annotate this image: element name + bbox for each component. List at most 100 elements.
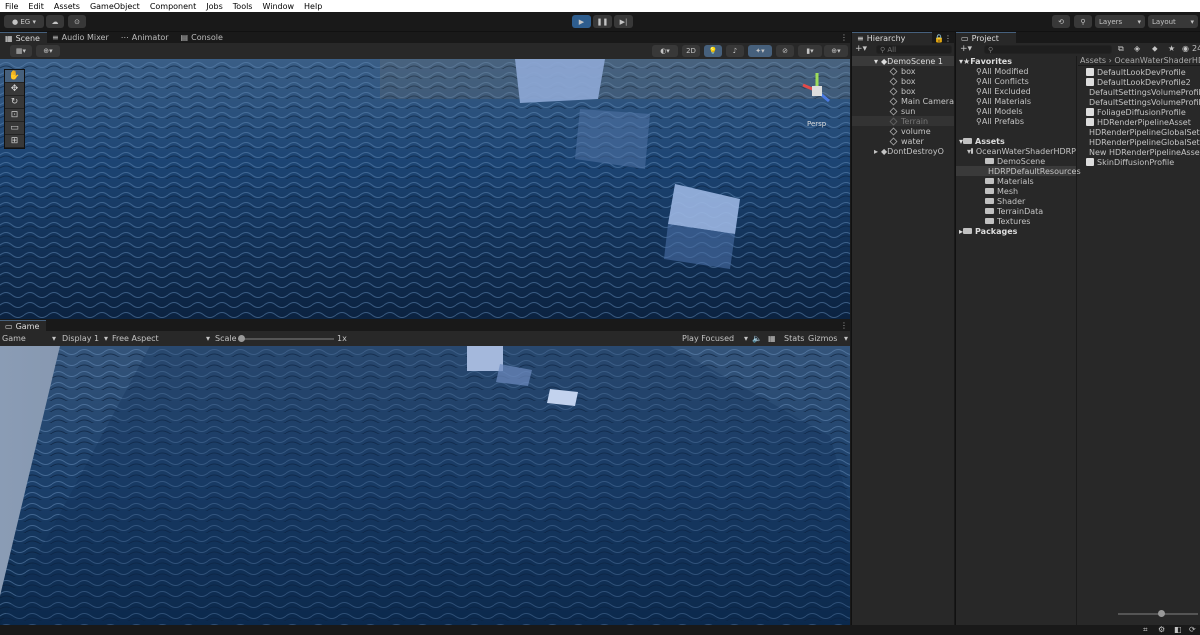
shading-icon[interactable]: ◐▾ [652,45,678,57]
tag-icon[interactable]: ⬥ [1152,44,1158,54]
create-asset-button[interactable]: +▾ [960,44,972,54]
menu-component[interactable]: Component [145,2,201,11]
orientation-gizmo[interactable] [797,69,837,109]
lock-icon[interactable]: 🔒 [934,34,944,43]
icon-size-slider-thumb[interactable] [1158,610,1165,617]
list-item[interactable]: Main Camera [852,96,954,106]
search-by-label-icon[interactable]: ◈ [1134,44,1140,53]
list-item[interactable]: volume [852,126,954,136]
breadcrumb-child[interactable]: OceanWaterShaderHDR [1114,56,1200,65]
cloud-icon[interactable]: ☁ [46,15,64,28]
hierarchy-more-icon[interactable]: ⋮ [944,34,952,43]
menu-window[interactable]: Window [257,2,299,11]
camera-icon[interactable]: ▮▾ [798,45,822,57]
list-item[interactable]: ⚲ All Excluded [956,86,1076,96]
menu-jobs[interactable]: Jobs [201,2,228,11]
menu-assets[interactable]: Assets [49,2,85,11]
game-mode-dropdown[interactable]: Game ▾ [2,334,56,343]
tab-animator[interactable]: ⋯ Animator [116,32,176,43]
progress-icon[interactable]: ⟳ [1189,625,1196,634]
scene-viewport[interactable]: ✋ ✥ ↻ ⊡ ▭ ⊞ Persp [0,59,850,319]
game-more-icon[interactable]: ⋮ [840,321,848,330]
list-item[interactable]: ⚲ All Conflicts [956,76,1076,86]
visibility-icon[interactable]: ◉ [1182,44,1189,53]
gizmos-dropdown[interactable]: Gizmos ▾ [808,334,848,343]
pause-button[interactable]: ❚❚ [593,15,612,28]
favorite-star-icon[interactable]: ★ [1168,44,1175,53]
play-focused-dropdown[interactable]: Play Focused ▾ [682,334,748,343]
menu-help[interactable]: Help [299,2,327,11]
shortcuts-icon[interactable]: ▦ [768,334,776,343]
account-dropdown[interactable]: ● EG ▾ [4,15,44,28]
scale-tool-icon[interactable]: ⊡ [5,109,24,122]
effects-icon[interactable]: ✦▾ [748,45,772,57]
aspect-dropdown[interactable]: Free Aspect ▾ [112,334,210,343]
tab-hierarchy[interactable]: ≡ Hierarchy [852,32,932,43]
list-item[interactable]: HDRenderPipelineGlobalSett [1078,137,1200,147]
scale-slider[interactable] [238,335,334,342]
list-item[interactable]: ▾ OceanWaterShaderHDRP [956,146,1076,156]
list-item[interactable]: New HDRenderPipelineAsset [1078,147,1200,157]
draw-mode-icon[interactable]: ▦▾ [10,45,32,57]
cache-icon[interactable]: ◧ [1174,625,1182,634]
play-button[interactable]: ▶ [572,15,591,28]
list-item[interactable]: DefaultLookDevProfile2 [1078,77,1200,87]
list-item[interactable]: DemoScene [956,156,1076,166]
hierarchy-search-input[interactable]: ⚲ All [876,45,952,54]
packages-header[interactable]: ▸ Packages [956,226,1076,236]
layers-dropdown[interactable]: Layers ▾ [1095,15,1145,28]
hidden-objects-icon[interactable]: ⊘ [776,45,794,57]
gizmos-icon[interactable]: ⊕▾ [824,45,848,57]
tab-scene[interactable]: ▦ Scene [0,32,47,43]
tab-console[interactable]: ▤ Console [176,32,230,43]
2d-toggle[interactable]: 2D [682,45,700,57]
list-item[interactable]: HDRenderPipelineAsset [1078,117,1200,127]
list-item[interactable]: Shader [956,196,1076,206]
move-tool-icon[interactable]: ✥ [5,83,24,96]
list-item[interactable]: HDRPDefaultResources [956,166,1081,176]
list-item[interactable]: DefaultSettingsVolumeProfile [1078,87,1200,97]
list-item[interactable]: Materials [956,176,1076,186]
stats-button[interactable]: Stats [784,334,804,343]
assets-header[interactable]: ▾ Assets [956,136,1076,146]
network-icon[interactable]: ⌗ [1143,625,1148,635]
hand-tool-icon[interactable]: ✋ [5,70,24,83]
tab-audio-mixer[interactable]: ≡ Audio Mixer [47,32,116,43]
menu-gameobject[interactable]: GameObject [85,2,145,11]
list-item[interactable]: Terrain [852,116,954,126]
list-item[interactable]: ⚲ All Prefabs [956,116,1076,126]
favorites-header[interactable]: ▾ ★ Favorites [956,56,1076,66]
gizmo-grid-icon[interactable]: ⊕▾ [36,45,60,57]
game-viewport[interactable] [0,346,850,625]
add-object-button[interactable]: +▾ [855,44,867,54]
project-search-input[interactable]: ⚲ [984,45,1112,54]
list-item[interactable]: HDRenderPipelineGlobalSett [1078,127,1200,137]
history-icon[interactable]: ⟲ [1052,15,1070,28]
lighting-icon[interactable]: 💡 [704,45,722,57]
list-item[interactable]: ⚲ All Materials [956,96,1076,106]
list-item[interactable]: sun [852,106,954,116]
list-item[interactable]: FoliageDiffusionProfile [1078,107,1200,117]
list-item[interactable]: DefaultSettingsVolumeProfile [1078,97,1200,107]
display-dropdown[interactable]: Display 1 ▾ [62,334,108,343]
list-item[interactable]: TerrainData [956,206,1076,216]
icon-size-slider[interactable] [1118,610,1198,617]
list-item[interactable]: ⚲ All Models [956,106,1076,116]
list-item[interactable]: box [852,66,954,76]
list-item[interactable]: water [852,136,954,146]
list-item[interactable]: box [852,76,954,86]
tab-game[interactable]: ▭ Game [0,320,47,331]
list-item[interactable]: Textures [956,216,1076,226]
collab-icon[interactable]: ⊙ [68,15,86,28]
list-item[interactable]: DefaultLookDevProfile [1078,67,1200,77]
breadcrumb-root[interactable]: Assets [1080,56,1106,65]
audio-icon[interactable]: ♪ [726,45,744,57]
layout-dropdown[interactable]: Layout ▾ [1148,15,1198,28]
search-by-type-icon[interactable]: ⧉ [1118,44,1124,54]
rect-tool-icon[interactable]: ▭ [5,122,24,135]
list-item[interactable]: box [852,86,954,96]
dontdestroy-item[interactable]: ▸ ◆ DontDestroyO [852,146,954,156]
list-item[interactable]: ⚲ All Modified [956,66,1076,76]
list-item[interactable]: Mesh [956,186,1076,196]
scene-root-item[interactable]: ▾ ◆ DemoScene 1 [852,56,954,66]
